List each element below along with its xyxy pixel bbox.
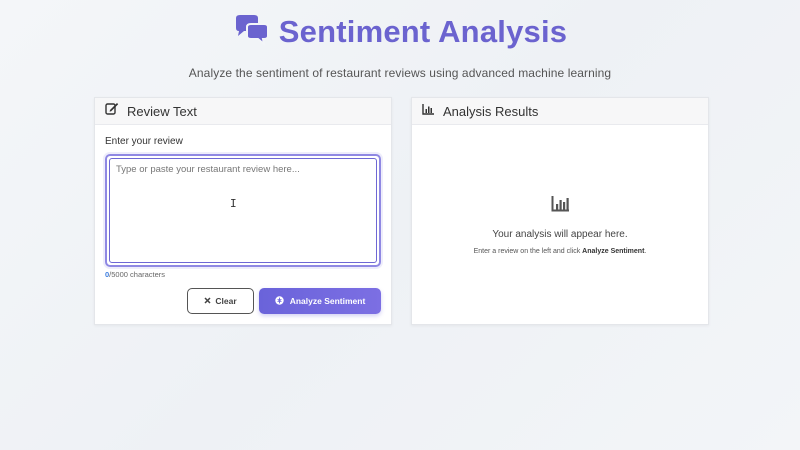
comments-icon <box>233 14 271 51</box>
results-panel-header: Analysis Results <box>412 98 708 125</box>
analyze-button-label: Analyze Sentiment <box>289 296 366 306</box>
chart-icon <box>422 102 435 120</box>
results-panel: Analysis Results Your analysis will appe… <box>411 97 709 325</box>
button-row: Clear Analyze Sentiment <box>187 288 381 314</box>
review-panel-body: Enter your review 0/5000 characters <box>95 125 391 289</box>
review-textarea-wrapper <box>105 154 381 267</box>
character-counter: 0/5000 characters <box>105 270 381 279</box>
close-icon <box>204 296 211 306</box>
review-textarea[interactable] <box>109 158 377 263</box>
char-limit: /5000 characters <box>109 270 166 279</box>
analyze-sentiment-button[interactable]: Analyze Sentiment <box>259 288 381 314</box>
brain-icon <box>275 295 284 307</box>
review-panel: Review Text Enter your review 0/5000 cha… <box>94 97 392 325</box>
review-field-label: Enter your review <box>105 136 183 147</box>
hint-text: Enter a review on the left and click <box>473 248 583 255</box>
review-panel-header: Review Text <box>95 98 391 125</box>
clear-button-label: Clear <box>215 296 237 306</box>
page-header: Sentiment Analysis Analyze the sentiment… <box>0 0 800 80</box>
text-cursor-icon: I <box>230 197 237 210</box>
results-empty-state: Your analysis will appear here. Enter a … <box>412 196 708 255</box>
edit-icon <box>105 102 119 120</box>
hint-bold: Analyze Sentiment <box>582 248 645 255</box>
title-row: Sentiment Analysis <box>0 12 800 52</box>
panels-container: Review Text Enter your review 0/5000 cha… <box>94 97 709 325</box>
chart-icon <box>551 196 570 216</box>
empty-state-message: Your analysis will appear here. <box>492 229 628 240</box>
empty-state-hint: Enter a review on the left and click Ana… <box>412 248 708 255</box>
page-subtitle: Analyze the sentiment of restaurant revi… <box>188 66 612 80</box>
hint-suffix: . <box>644 248 647 255</box>
results-panel-title: Analysis Results <box>443 103 539 119</box>
review-panel-title: Review Text <box>127 103 197 119</box>
clear-button[interactable]: Clear <box>187 288 254 314</box>
page-title: Sentiment Analysis <box>278 14 568 49</box>
